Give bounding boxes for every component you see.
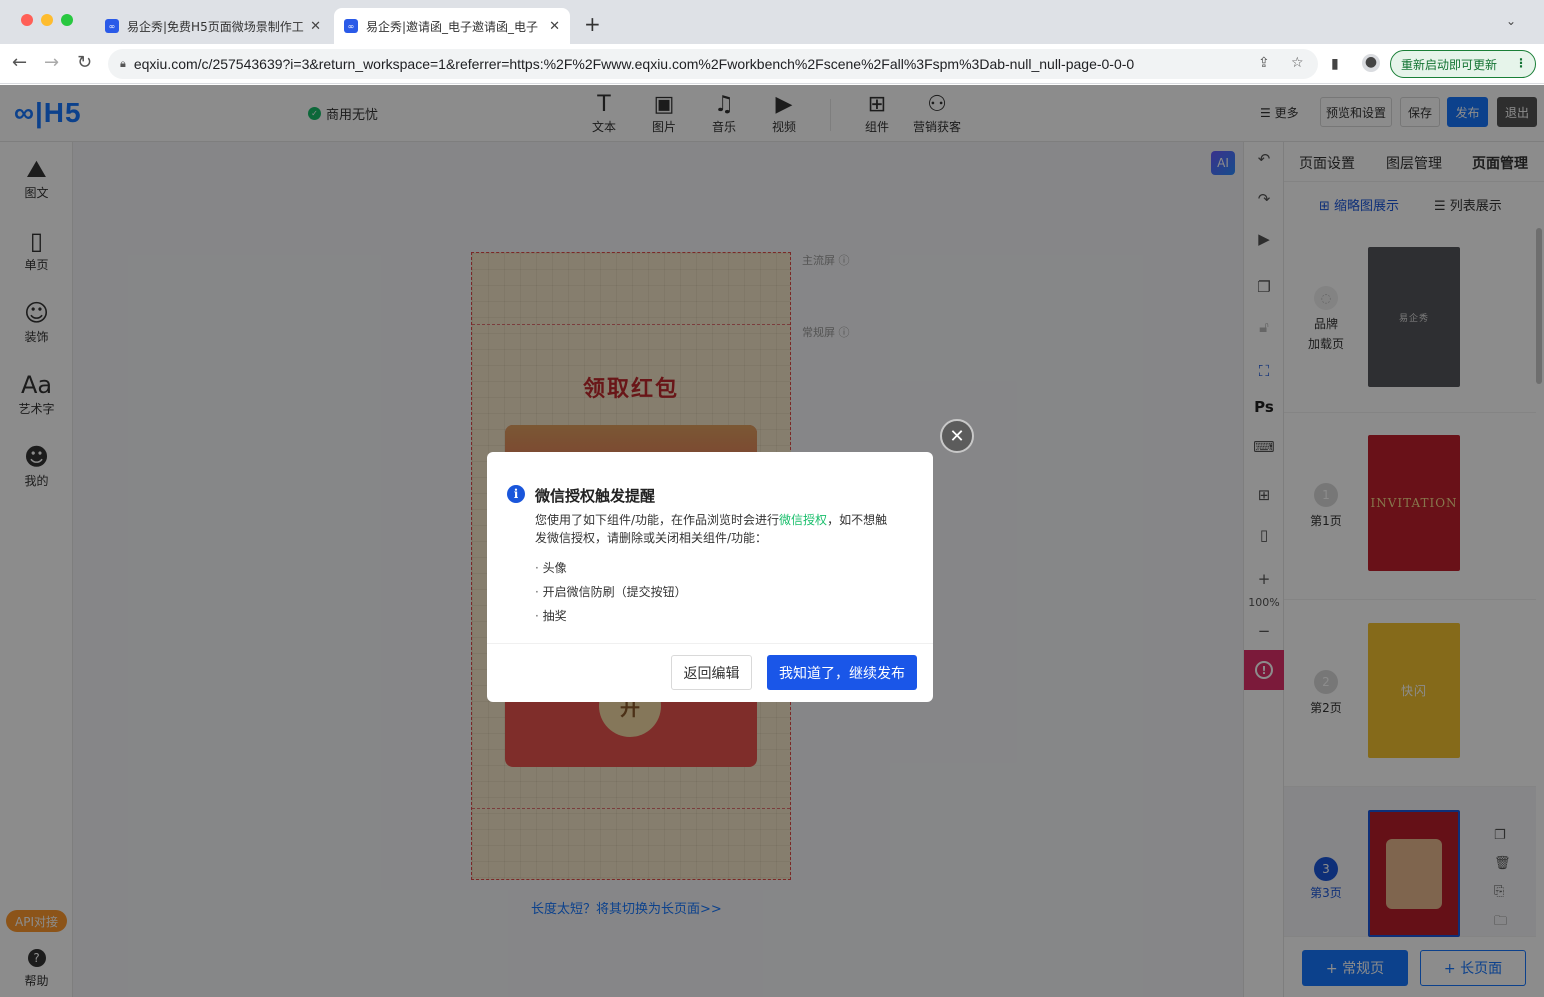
browser-tab-bar: ∞ 易企秀|免费H5页面微场景制作工具 ✕ ∞ 易企秀|邀请函_电子邀请函_电子…	[0, 0, 1544, 44]
lock-icon: 🔒︎	[120, 57, 126, 70]
info-icon: i	[507, 485, 525, 503]
profile-avatar-icon[interactable]: ●	[1362, 54, 1380, 72]
eqxiu-favicon-icon: ∞	[344, 19, 358, 33]
modal-description: 您使用了如下组件/功能，在作品浏览时会进行微信授权，如不想触发微信授权，请删除或…	[535, 511, 895, 547]
eqxiu-favicon-icon: ∞	[105, 19, 119, 33]
back-arrow-icon[interactable]: ←	[12, 52, 27, 73]
kebab-menu-icon[interactable]: ⋮	[1515, 56, 1527, 70]
modal-footer-divider	[487, 643, 933, 644]
share-icon[interactable]: ⇪	[1258, 55, 1270, 71]
tab-title: 易企秀|免费H5页面微场景制作工具	[127, 19, 305, 34]
tab-search-chevron-icon[interactable]: ⌄	[1506, 14, 1516, 28]
feature-list: 头像 开启微信防刷（提交按钮） 抽奖	[535, 556, 687, 628]
list-item: 头像	[535, 556, 687, 580]
window-minimize-button[interactable]	[41, 14, 53, 26]
window-zoom-button[interactable]	[61, 14, 73, 26]
relaunch-update-button[interactable]: 重新启动即可更新 ⋮	[1390, 50, 1536, 78]
forward-arrow-icon[interactable]: →	[44, 52, 59, 73]
list-item: 开启微信防刷（提交按钮）	[535, 580, 687, 604]
window-close-button[interactable]	[21, 14, 33, 26]
browser-tab-1[interactable]: ∞ 易企秀|免费H5页面微场景制作工具 ✕	[95, 8, 331, 44]
reload-icon[interactable]: ↻	[77, 52, 92, 73]
tab-close-icon[interactable]: ✕	[310, 19, 321, 34]
tab-close-icon[interactable]: ✕	[549, 19, 560, 34]
tab-title: 易企秀|邀请函_电子邀请函_电子	[366, 19, 539, 34]
modal-close-button[interactable]: ✕	[940, 419, 974, 453]
browser-toolbar: ← → ↻ 🔒︎ eqxiu.com/c/257543639?i=3&retur…	[0, 44, 1544, 84]
back-to-edit-button[interactable]: 返回编辑	[671, 655, 752, 690]
continue-publish-button[interactable]: 我知道了，继续发布	[767, 655, 917, 690]
bookmark-star-icon[interactable]: ☆	[1291, 55, 1304, 71]
list-item: 抽奖	[535, 604, 687, 628]
modal-desc-before: 您使用了如下组件/功能，在作品浏览时会进行	[535, 513, 780, 527]
wechat-auth-link[interactable]: 微信授权	[779, 513, 827, 527]
address-bar[interactable]: 🔒︎ eqxiu.com/c/257543639?i=3&return_work…	[108, 49, 1318, 79]
side-panel-icon[interactable]: ▮	[1331, 56, 1339, 72]
url-text[interactable]: eqxiu.com/c/257543639?i=3&return_workspa…	[134, 56, 1214, 72]
modal-title: 微信授权触发提醒	[535, 487, 656, 505]
browser-tab-2[interactable]: ∞ 易企秀|邀请函_电子邀请函_电子 ✕	[334, 8, 570, 44]
relaunch-update-label: 重新启动即可更新	[1401, 57, 1498, 72]
wechat-auth-modal: i 微信授权触发提醒 您使用了如下组件/功能，在作品浏览时会进行微信授权，如不想…	[487, 452, 933, 702]
new-tab-plus-icon[interactable]: +	[584, 12, 601, 36]
